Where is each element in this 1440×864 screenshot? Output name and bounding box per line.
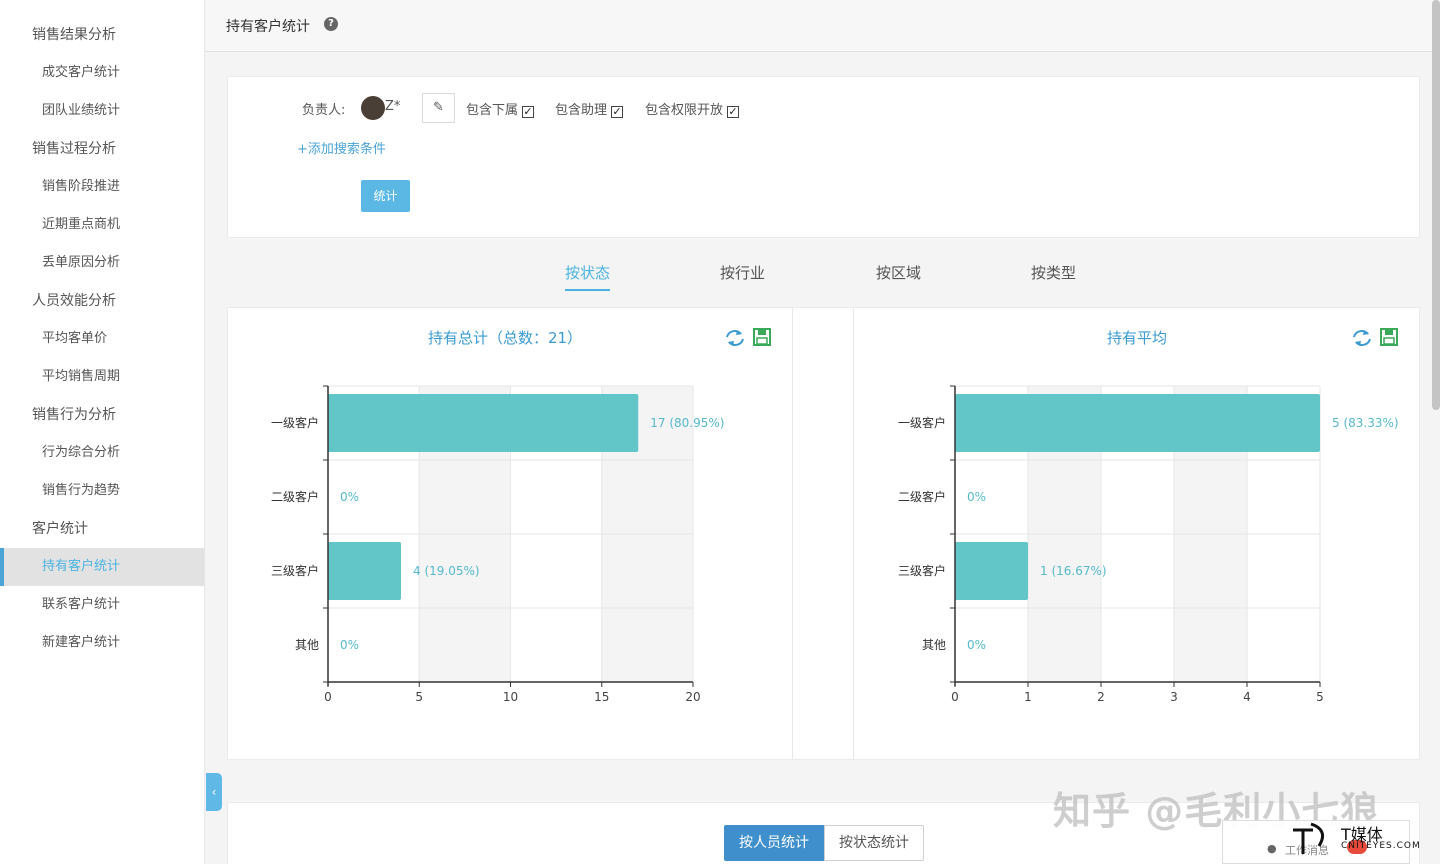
tab-by-type[interactable]: 按类型 [1031,262,1076,283]
x-tick-label: 5 [1316,690,1324,704]
include-subordinates-checkbox[interactable]: 包含下属 ✓ [466,99,535,118]
sidebar-item[interactable]: 平均销售周期 [0,358,204,396]
sidebar-item[interactable]: 行为综合分析 [0,434,204,472]
help-icon[interactable]: ? [324,17,338,31]
brand-site: CNITEYES.COM [1341,841,1421,851]
save-icon [753,328,771,346]
page-title: 持有客户统计 [226,19,310,35]
save-icon-slot [758,330,766,335]
filter-panel: 负责人: Z* ✎ 包含下属 ✓ 包含助理 ✓ 包含权限开放 ✓ +添加搜索条件 统计 [227,76,1420,238]
sidebar-item[interactable]: 平均客单价 [0,320,204,358]
save-icon-slot [1385,330,1393,335]
x-tick-label: 2 [1097,690,1105,704]
chart-panel: 持有总计（总数：21） 一级客户 17 (80.95%) 二级客户 0% 三级客户 4 (1… [227,307,1420,760]
brand-logo-icon [1293,822,1325,854]
sidebar-group-label: 销售行为分析 [32,407,116,423]
add-search-condition-link[interactable]: +添加搜索条件 [297,138,386,157]
include-open-permission-checkbox[interactable]: 包含权限开放 ✓ [645,99,740,118]
bar [955,542,1028,600]
refresh-icon [726,330,744,346]
owner-name: Z* [385,99,401,114]
category-label: 三级客户 [898,563,946,578]
refresh-icon-arrow [728,341,734,346]
x-tick-label: 0 [324,690,332,704]
refresh-icon-arrow [736,330,742,335]
data-label: 5 (83.33%) [1332,416,1399,430]
x-tick-label: 15 [594,690,609,704]
x-tick-label: 10 [503,690,518,704]
category-label: 一级客户 [898,415,946,430]
sidebar-group-label: 客户统计 [32,521,88,537]
by-status-stat-button[interactable]: 按状态统计 [824,825,924,861]
data-label: 0% [967,490,986,504]
stat-button[interactable]: 统计 [361,180,410,212]
refresh-icon [1353,330,1371,346]
chart-divider [792,308,793,759]
sidebar-item[interactable]: 新建客户统计 [0,624,204,662]
include-open-permission-label: 包含权限开放 [645,103,724,118]
tab-by-industry[interactable]: 按行业 [720,262,765,283]
sidebar-item[interactable]: 销售阶段推进 [0,168,204,206]
owner-label: 负责人: [302,103,346,118]
sidebar-item[interactable]: 团队业绩统计 [0,92,204,130]
sidebar-item[interactable]: 联系客户统计 [0,586,204,624]
include-subordinates-label: 包含下属 [466,103,519,118]
include-assistants-checkbox[interactable]: 包含助理 ✓ [555,99,624,118]
chart-holding-average: 持有平均一级客户 5 (83.33%) 二级客户 0% 三级客户 1 (16.67%) 其他… [898,328,1399,704]
category-label: 其他 [922,638,946,652]
refresh-icon-arrow [1363,330,1369,335]
tab-by-region[interactable]: 按区域 [876,262,921,283]
sidebar-group-label: 销售过程分析 [32,141,116,157]
data-label: 4 (19.05%) [413,564,480,578]
category-label: 二级客户 [271,489,319,504]
page-scrollbar[interactable] [1432,0,1440,410]
checkbox-checked-icon[interactable]: ✓ [727,106,740,118]
save-icon-label [1383,337,1395,345]
chart-title: 持有平均 [1107,329,1167,347]
x-tick-label: 4 [1243,690,1251,704]
bar [955,394,1320,452]
category-label: 一级客户 [271,415,319,430]
refresh-icon-arrow [1355,341,1361,346]
x-tick-label: 3 [1170,690,1178,704]
checkbox-checked-icon[interactable]: ✓ [522,106,535,118]
edit-owner-button[interactable]: ✎ [422,93,455,123]
sidebar-item[interactable]: 丢单原因分析 [0,244,204,282]
sidebar-item[interactable]: 近期重点商机 [0,206,204,244]
data-label: 0% [340,490,359,504]
brand-badge: ● 工作消息 T媒体 CNITEYES.COM [1222,820,1420,864]
checkbox-checked-icon[interactable]: ✓ [611,106,624,118]
sidebar: 销售结果分析成交客户统计 团队业绩统计销售过程分析销售阶段推进 近期重点商机 丢单原因… [0,0,205,864]
data-label: 1 (16.67%) [1040,564,1107,578]
sidebar-collapse-toggle[interactable]: ‹ [206,773,222,811]
page-header: 持有客户统计 ? [206,0,1434,52]
save-icon-label [756,337,768,345]
data-label: 0% [967,638,986,652]
category-label: 其他 [295,638,319,652]
sidebar-item[interactable]: 持有客户统计 [0,548,204,586]
include-assistants-label: 包含助理 [555,103,608,118]
chat-icon: ● [1267,842,1277,855]
tab-by-status[interactable]: 按状态 [565,262,611,291]
data-label: 0% [340,638,359,652]
sidebar-item[interactable]: 成交客户统计 [0,54,204,92]
save-icon [1380,328,1398,346]
bar [328,542,401,600]
data-label: 17 (80.95%) [650,416,724,430]
owner-avatar [361,96,385,120]
chart-holding-total: 持有总计（总数：21） 一级客户 17 (80.95%) 二级客户 0% 三级客户 4 (1… [271,328,771,704]
by-person-stat-button[interactable]: 按人员统计 [724,825,824,861]
bar [328,394,639,452]
chart-title: 持有总计（总数：21） [428,329,582,347]
pencil-icon: ✎ [433,100,444,115]
category-label: 三级客户 [271,563,319,578]
x-tick-label: 1 [1024,690,1032,704]
x-tick-label: 20 [685,690,700,704]
sidebar-item[interactable]: 销售行为趋势 [0,472,204,510]
category-label: 二级客户 [898,489,946,504]
sidebar-group-label: 销售结果分析 [32,27,116,43]
sidebar-group-label: 人员效能分析 [32,293,116,309]
x-tick-label: 0 [951,690,959,704]
x-tick-label: 5 [415,690,423,704]
